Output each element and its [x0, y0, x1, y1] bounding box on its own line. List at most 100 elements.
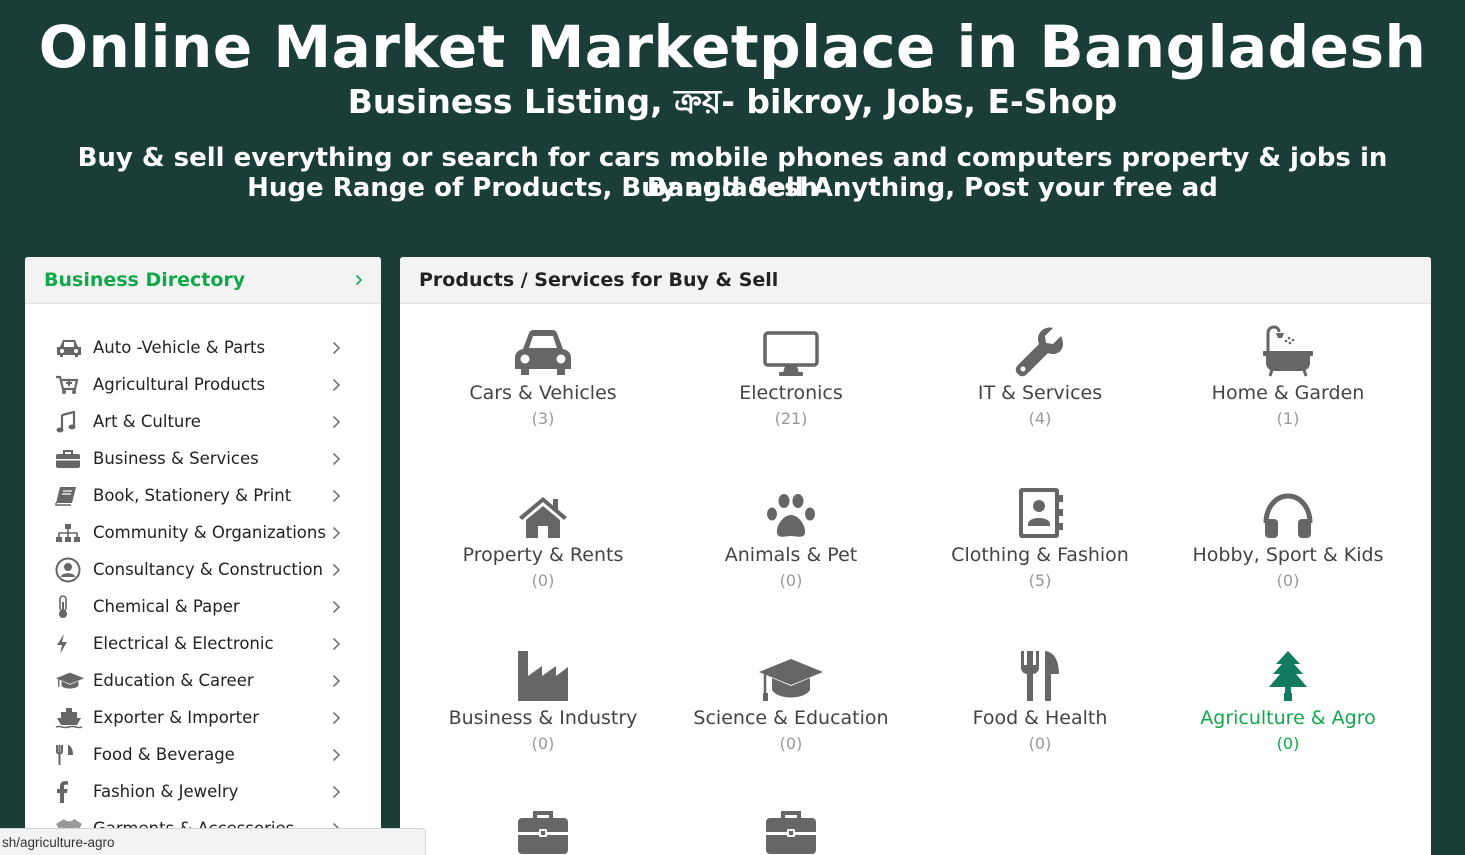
category-count: (5)	[1028, 571, 1052, 590]
sidebar-item-education-career[interactable]: Education & Career	[25, 662, 381, 699]
category-count: (0)	[1276, 571, 1300, 590]
category-name[interactable]: Electronics	[671, 381, 911, 405]
desktop-icon	[671, 325, 911, 377]
category-count: (0)	[1276, 734, 1300, 753]
user-circle-icon	[55, 557, 85, 583]
category-name[interactable]: Cars & Vehicles	[423, 381, 663, 405]
category-hobby-sport-kids[interactable]: Hobby, Sport & Kids (0)	[1168, 487, 1408, 593]
briefcase-icon	[423, 810, 663, 855]
category-cars-vehicles[interactable]: Cars & Vehicles (3)	[423, 325, 663, 431]
bolt-icon	[55, 633, 85, 655]
sidebar-item-art-culture[interactable]: Art & Culture	[25, 403, 381, 440]
business-directory-title[interactable]: Business Directory	[44, 269, 245, 291]
sidebar-item-label: Consultancy & Construction	[93, 560, 324, 579]
category-count: (1)	[1276, 409, 1300, 428]
chevron-right-icon	[332, 600, 341, 614]
category-count: (0)	[779, 734, 803, 753]
car-icon	[423, 325, 663, 377]
chevron-right-icon	[332, 563, 341, 577]
thermometer-icon	[55, 594, 85, 619]
chevron-right-icon	[332, 415, 341, 429]
category-it-services[interactable]: IT & Services (4)	[920, 325, 1160, 431]
category-name[interactable]: Food & Health	[920, 706, 1160, 730]
category-count: (0)	[531, 734, 555, 753]
sidebar-item-label: Fashion & Jewelry	[93, 782, 239, 801]
graduation-cap-icon	[55, 671, 85, 691]
facebook-f-icon	[55, 780, 85, 803]
sidebar-item-auto-vehicle[interactable]: Auto -Vehicle & Parts	[25, 329, 381, 366]
category-name[interactable]: Home & Garden	[1168, 381, 1408, 405]
sidebar-item-label: Food & Beverage	[93, 745, 235, 764]
sidebar-item-label: Agricultural Products	[93, 375, 266, 394]
browser-status-bar: sh/agriculture-agro	[0, 828, 426, 855]
category-name[interactable]: Animals & Pet	[671, 543, 911, 567]
category-business-industry[interactable]: Business & Industry (0)	[423, 650, 663, 756]
tagline-secondary: Huge Range of Products, Buy and Sell Any…	[247, 173, 1218, 203]
sidebar-item-exporter-importer[interactable]: Exporter & Importer	[25, 699, 381, 736]
category-animals-pet[interactable]: Animals & Pet (0)	[671, 487, 911, 593]
page-subtitle: Business Listing, ক্রয়- bikroy, Jobs, E…	[347, 82, 1118, 121]
sidebar-item-label: Business & Services	[93, 449, 259, 468]
business-directory-list: Auto -Vehicle & Parts Agricultural Produ…	[25, 304, 381, 847]
chevron-right-icon	[332, 341, 341, 355]
paw-icon	[671, 487, 911, 539]
status-url: sh/agriculture-agro	[2, 835, 115, 850]
sidebar-item-label: Exporter & Importer	[93, 708, 259, 727]
sidebar-item-electrical-electronic[interactable]: Electrical & Electronic	[25, 625, 381, 662]
sidebar-item-label: Education & Career	[93, 671, 254, 690]
chevron-right-icon[interactable]	[355, 271, 363, 290]
sidebar-item-fashion-jewelry[interactable]: Fashion & Jewelry	[25, 773, 381, 810]
category-name[interactable]: Hobby, Sport & Kids	[1168, 543, 1408, 567]
category-science-education[interactable]: Science & Education (0)	[671, 650, 911, 756]
chevron-right-icon	[332, 711, 341, 725]
chevron-right-icon	[332, 489, 341, 503]
category-briefcase-1[interactable]	[423, 810, 663, 855]
sidebar-item-label: Electrical & Electronic	[93, 634, 274, 653]
category-name[interactable]: IT & Services	[920, 381, 1160, 405]
category-name[interactable]: Science & Education	[671, 706, 911, 730]
category-name[interactable]: Clothing & Fashion	[920, 543, 1160, 567]
sidebar-item-community-organizations[interactable]: Community & Organizations	[25, 514, 381, 551]
bathtub-icon	[1168, 325, 1408, 377]
cutlery-icon	[55, 744, 85, 766]
chevron-right-icon	[332, 748, 341, 762]
chevron-right-icon	[332, 637, 341, 651]
headphones-icon	[1168, 487, 1408, 539]
category-count: (0)	[531, 571, 555, 590]
sidebar-item-business-services[interactable]: Business & Services	[25, 440, 381, 477]
sidebar-item-label: Book, Stationery & Print	[93, 486, 292, 505]
business-directory-header[interactable]: Business Directory	[25, 257, 381, 304]
ship-icon	[55, 707, 85, 729]
briefcase-icon	[671, 810, 911, 855]
category-home-garden[interactable]: Home & Garden (1)	[1168, 325, 1408, 431]
category-briefcase-2[interactable]	[671, 810, 911, 855]
address-book-icon	[920, 487, 1160, 539]
chevron-right-icon	[332, 452, 341, 466]
sidebar-item-label: Chemical & Paper	[93, 597, 240, 616]
sidebar-item-label: Art & Culture	[93, 412, 201, 431]
category-electronics[interactable]: Electronics (21)	[671, 325, 911, 431]
wrench-icon	[920, 325, 1160, 377]
sidebar-item-agricultural-products[interactable]: Agricultural Products	[25, 366, 381, 403]
category-name[interactable]: Property & Rents	[423, 543, 663, 567]
category-agriculture-agro[interactable]: Agriculture & Agro (0)	[1168, 650, 1408, 756]
book-icon	[55, 486, 85, 506]
chevron-right-icon	[332, 674, 341, 688]
category-count: (4)	[1028, 409, 1052, 428]
category-property-rents[interactable]: Property & Rents (0)	[423, 487, 663, 593]
category-food-health[interactable]: Food & Health (0)	[920, 650, 1160, 756]
category-name[interactable]: Business & Industry	[423, 706, 663, 730]
sidebar-item-chemical-paper[interactable]: Chemical & Paper	[25, 588, 381, 625]
tree-icon	[1168, 650, 1408, 702]
sidebar-item-label: Community & Organizations	[93, 523, 326, 542]
chevron-right-icon	[332, 378, 341, 392]
sidebar-item-consultancy-construction[interactable]: Consultancy & Construction	[25, 551, 381, 588]
chevron-right-icon	[332, 785, 341, 799]
home-icon	[423, 487, 663, 539]
sidebar-item-book-stationery-print[interactable]: Book, Stationery & Print	[25, 477, 381, 514]
sidebar-item-food-beverage[interactable]: Food & Beverage	[25, 736, 381, 773]
category-count: (0)	[1028, 734, 1052, 753]
category-name[interactable]: Agriculture & Agro	[1168, 706, 1408, 730]
products-services-title: Products / Services for Buy & Sell	[419, 269, 779, 291]
category-clothing-fashion[interactable]: Clothing & Fashion (5)	[920, 487, 1160, 593]
